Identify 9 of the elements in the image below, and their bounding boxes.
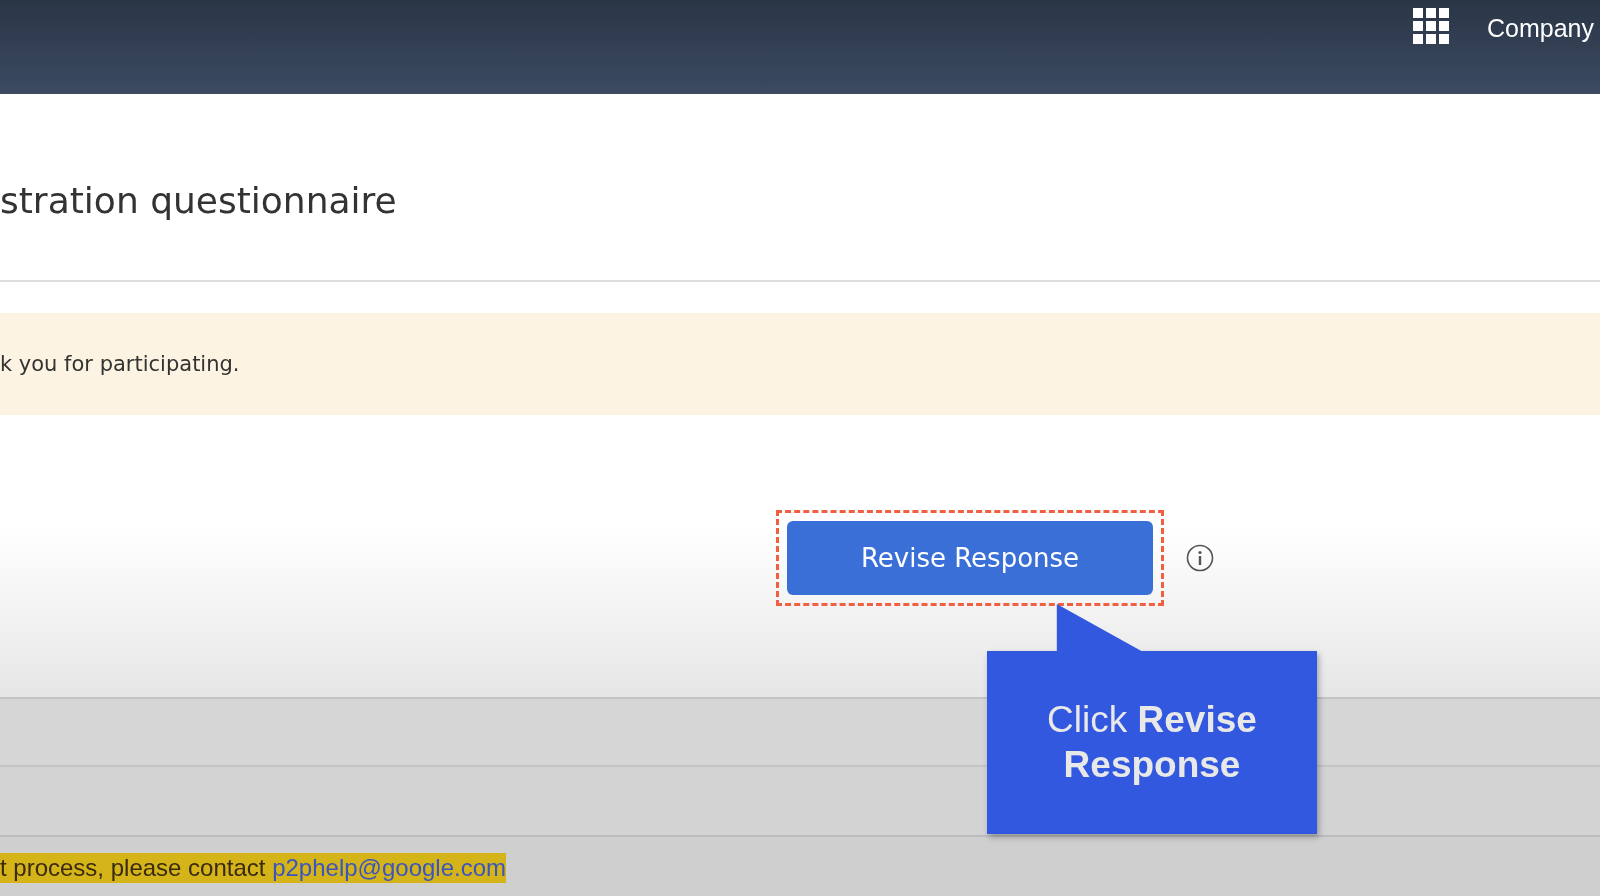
- page-title: stration questionnaire: [0, 179, 397, 221]
- banner-message: k you for participating.: [0, 352, 240, 376]
- app-grid-icon[interactable]: [1413, 8, 1449, 44]
- info-icon[interactable]: [1186, 544, 1214, 572]
- contact-note: t process, please contact p2phelp@google.com: [0, 853, 506, 883]
- revise-response-button[interactable]: Revise Response: [787, 521, 1153, 595]
- callout-text: Click Revise Response: [1046, 698, 1258, 787]
- email-link[interactable]: p2phelp@google.com: [272, 854, 506, 881]
- company-name[interactable]: Company: [1487, 14, 1594, 43]
